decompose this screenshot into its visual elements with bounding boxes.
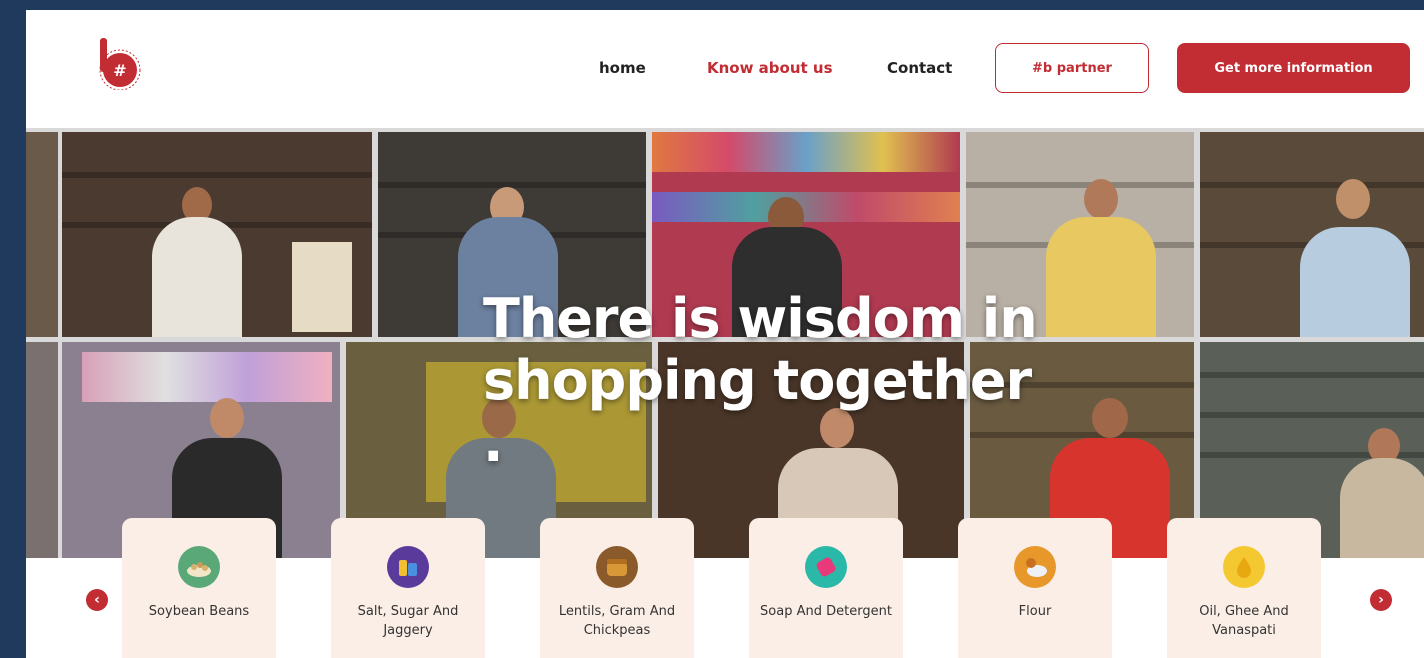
category-label: Oil, Ghee And Vanaspati: [1199, 604, 1289, 638]
flour-icon: [1014, 546, 1056, 588]
hero-title-line-1: There is wisdom in: [483, 287, 1038, 350]
lentils-icon: [596, 546, 638, 588]
chevron-right-icon: ›: [1378, 592, 1384, 608]
nav-link-about[interactable]: Know about us: [707, 59, 833, 77]
hero-banner: There is wisdom in shopping together .: [26, 128, 1424, 558]
salt-sugar-icon: [387, 546, 429, 588]
hero-title-line-2: shopping together .: [483, 349, 1032, 474]
category-card-lentils[interactable]: Lentils, Gram And Chickpeas: [540, 518, 694, 658]
carousel-next-button[interactable]: ›: [1370, 589, 1392, 611]
hero-photo: [26, 132, 58, 337]
category-label: Soybean Beans: [148, 604, 250, 619]
brand-logo[interactable]: #: [90, 34, 146, 91]
page: # home Know about us Contact #b partner …: [26, 10, 1424, 658]
category-card-salt-sugar[interactable]: Salt, Sugar And Jaggery: [331, 518, 485, 658]
category-card-soybean[interactable]: Soybean Beans: [122, 518, 276, 658]
category-label: Soap And Detergent: [760, 604, 892, 619]
category-card-oil[interactable]: Oil, Ghee And Vanaspati: [1167, 518, 1321, 658]
category-label: Flour: [1018, 604, 1052, 619]
category-card-flour[interactable]: Flour: [958, 518, 1112, 658]
carousel-prev-button[interactable]: ‹: [86, 589, 108, 611]
category-carousel: ‹ Soybean Beans Salt, Sugar And Jaggery …: [26, 518, 1424, 658]
nav-link-contact[interactable]: Contact: [887, 59, 952, 77]
hero-photo: [1200, 132, 1424, 337]
svg-text:#: #: [113, 61, 126, 80]
get-info-button[interactable]: Get more information: [1177, 43, 1410, 93]
hero-photo: [26, 342, 58, 558]
partner-button[interactable]: #b partner: [995, 43, 1149, 93]
soybean-icon: [178, 546, 220, 588]
category-card-soap[interactable]: Soap And Detergent: [749, 518, 903, 658]
category-label: Lentils, Gram And Chickpeas: [558, 604, 676, 638]
top-nav: # home Know about us Contact #b partner …: [26, 10, 1424, 128]
hero-photo: [62, 132, 372, 337]
soap-icon: [805, 546, 847, 588]
hero-title: There is wisdom in shopping together .: [483, 288, 1043, 474]
oil-icon: [1223, 546, 1265, 588]
category-label: Salt, Sugar And Jaggery: [357, 604, 459, 638]
nav-link-home[interactable]: home: [599, 59, 646, 77]
chevron-left-icon: ‹: [94, 592, 100, 608]
